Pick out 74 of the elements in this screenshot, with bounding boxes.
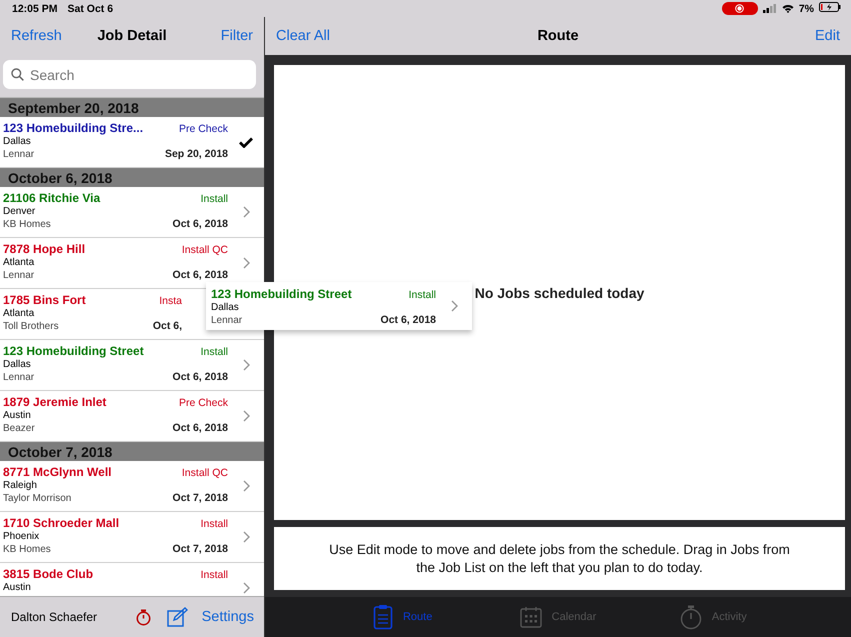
user-name: Dalton Schaefer [10, 610, 98, 624]
job-city: Dallas [211, 302, 239, 312]
job-row[interactable]: 1710 Schroeder Mall Install Phoenix KB Homes Oct 7, 2018 [0, 512, 264, 562]
job-status: Install QC [182, 244, 228, 256]
job-status: Pre Check [178, 123, 228, 135]
job-builder: Beazer [3, 423, 35, 434]
job-date: Oct 6, 2018 [380, 314, 436, 326]
job-address: 123 Homebuilding Street [211, 286, 352, 300]
job-status: Install [200, 569, 228, 581]
job-builder: Lennar [3, 270, 34, 281]
section-header: October 6, 2018 [8, 170, 112, 186]
job-status: Install QC [182, 467, 228, 479]
job-address: 1785 Bins Fort [3, 293, 86, 307]
job-builder: Lennar [3, 149, 34, 160]
settings-button[interactable]: Settings [202, 609, 254, 625]
job-date: Oct 7, 2018 [172, 492, 228, 504]
job-date: Oct 6, 2018 [172, 422, 228, 434]
job-builder: KB Homes [3, 544, 51, 555]
job-builder: Lennar [211, 314, 242, 326]
job-date: Oct 7, 2018 [172, 543, 228, 555]
nav-button[interactable]: Refresh [11, 28, 62, 44]
job-date: Oct 6, 2018 [172, 371, 228, 383]
job-row[interactable]: 21106 Ritchie Via Install Denver KB Homes Oct 6, 2018 [0, 187, 264, 237]
job-date: Oct 6, 2018 [172, 218, 228, 230]
section-header: October 7, 2018 [8, 444, 112, 460]
job-city: Atlanta [3, 308, 34, 319]
job-builder: Lennar [3, 372, 34, 383]
search-field[interactable]: Search [3, 60, 256, 89]
status-date: Sat Oct 6 [68, 2, 114, 14]
job-city: Dallas [3, 359, 31, 370]
job-city: Austin [3, 410, 31, 421]
job-city: Phoenix [3, 531, 40, 542]
job-address: 21106 Ritchie Via [3, 191, 100, 205]
dragged-job-card[interactable]: 123 Homebuilding Street Install Dallas Lennar Oct 6, 2018 [206, 282, 472, 330]
job-address: 8771 McGlynn Well [3, 465, 112, 479]
empty-message: No Jobs scheduled today [474, 284, 644, 300]
nav-title: Job Detail [97, 28, 167, 44]
job-date: Sep 20, 2018 [164, 148, 228, 160]
job-builder: Taylor Morrison [3, 493, 72, 504]
job-date: Oct 6, [152, 320, 182, 332]
job-address: 7878 Hope Hill [3, 242, 86, 256]
job-address: 123 Homebuilding Stre... [3, 121, 144, 135]
battery-percent: 7% [798, 2, 814, 14]
nav-button[interactable]: Edit [815, 28, 840, 44]
job-status: Install [200, 346, 228, 358]
job-date: Oct 6, 2018 [172, 269, 228, 281]
job-status: Insta [159, 295, 182, 307]
job-status: Install [200, 193, 228, 205]
job-builder: KB Homes [3, 219, 51, 230]
job-address: 1710 Schroeder Mall [3, 516, 120, 530]
job-status: Install [408, 288, 436, 300]
hint-text: Use Edit mode to move and delete jobs from the schedule. Drag in Jobs from the Job List on the left that you plan to do today. [328, 540, 791, 576]
job-address: 3815 Bode Club [3, 567, 94, 581]
nav-button[interactable]: Clear All [276, 28, 330, 44]
job-row[interactable]: 7878 Hope Hill Install QC Atlanta Lennar Oct 6, 2018 [0, 238, 264, 288]
job-city: Raleigh [3, 480, 37, 491]
job-city: Dallas [3, 136, 31, 147]
job-builder: Toll Brothers [3, 321, 59, 332]
job-row[interactable]: 3815 Bode Club Install Austin [0, 563, 264, 596]
job-city: Denver [3, 206, 36, 217]
job-address: 123 Homebuilding Street [3, 344, 144, 358]
nav-button[interactable]: Filter [220, 28, 253, 44]
job-status: Pre Check [178, 397, 228, 409]
status-time: 12:05 PM [12, 2, 58, 14]
job-row[interactable]: 1879 Jeremie Inlet Pre Check Austin Beazer Oct 6, 2018 [0, 391, 264, 441]
job-row[interactable]: 123 Homebuilding Street Install Dallas Lennar Oct 6, 2018 [0, 340, 264, 390]
job-city: Austin [3, 582, 31, 593]
nav-title: Route [537, 28, 579, 44]
job-address: 1879 Jeremie Inlet [3, 395, 106, 409]
job-city: Atlanta [3, 257, 34, 268]
section-header: September 20, 2018 [8, 100, 139, 116]
job-row[interactable]: 8771 McGlynn Well Install QC Raleigh Taylor Morrison Oct 7, 2018 [0, 461, 264, 511]
job-row[interactable]: 123 Homebuilding Stre... Pre Check Dallas Lennar Sep 20, 2018 [0, 117, 264, 167]
job-status: Install [200, 518, 228, 530]
